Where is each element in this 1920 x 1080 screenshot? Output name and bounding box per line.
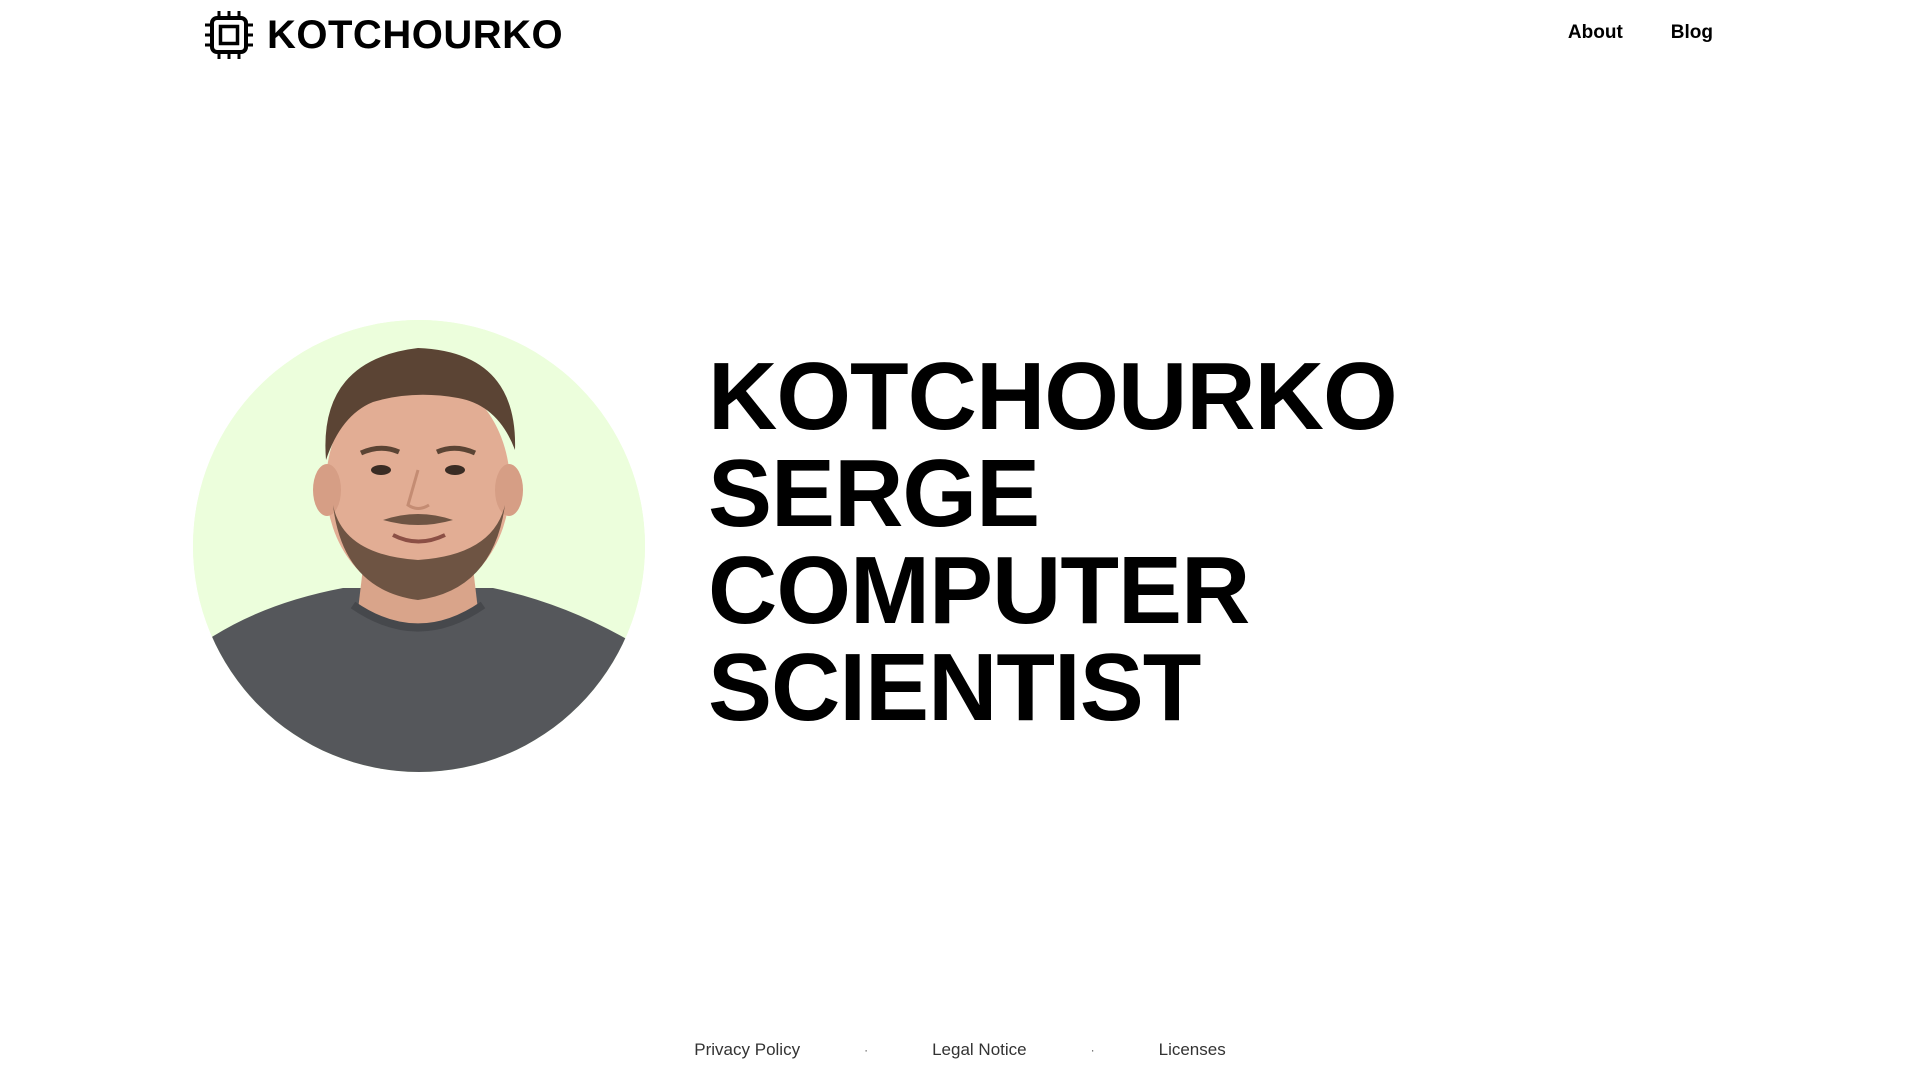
cpu-chip-icon	[205, 11, 253, 59]
legal-notice-link[interactable]: Legal Notice	[932, 1040, 1027, 1060]
privacy-policy-link[interactable]: Privacy Policy	[694, 1040, 800, 1060]
footer-separator: ·	[1090, 1043, 1095, 1057]
brand-home-link[interactable]: KOTCHOURKO	[203, 9, 563, 61]
nav-blog-link[interactable]: Blog	[1671, 22, 1713, 44]
headline-line-role-2: SCIENTIST	[708, 634, 1201, 741]
site-footer: Privacy Policy · Legal Notice · Licenses	[0, 1040, 1920, 1060]
headline-line-surname: KOTCHOURKO	[708, 343, 1398, 450]
portrait-photo	[193, 320, 645, 772]
nav-about-link[interactable]: About	[1568, 22, 1623, 44]
portrait-illustration	[193, 320, 645, 772]
licenses-link[interactable]: Licenses	[1159, 1040, 1226, 1060]
site-header: KOTCHOURKO About Blog	[0, 0, 1920, 70]
main-nav: About Blog	[1568, 22, 1713, 44]
headline-line-firstname: SERGE	[708, 440, 1040, 547]
hero-headline: KOTCHOURKO SERGE COMPUTER SCIENTIST	[708, 343, 1398, 741]
headline-line-role-1: COMPUTER	[708, 537, 1250, 644]
footer-separator: ·	[864, 1043, 869, 1057]
brand-name: KOTCHOURKO	[267, 12, 564, 57]
